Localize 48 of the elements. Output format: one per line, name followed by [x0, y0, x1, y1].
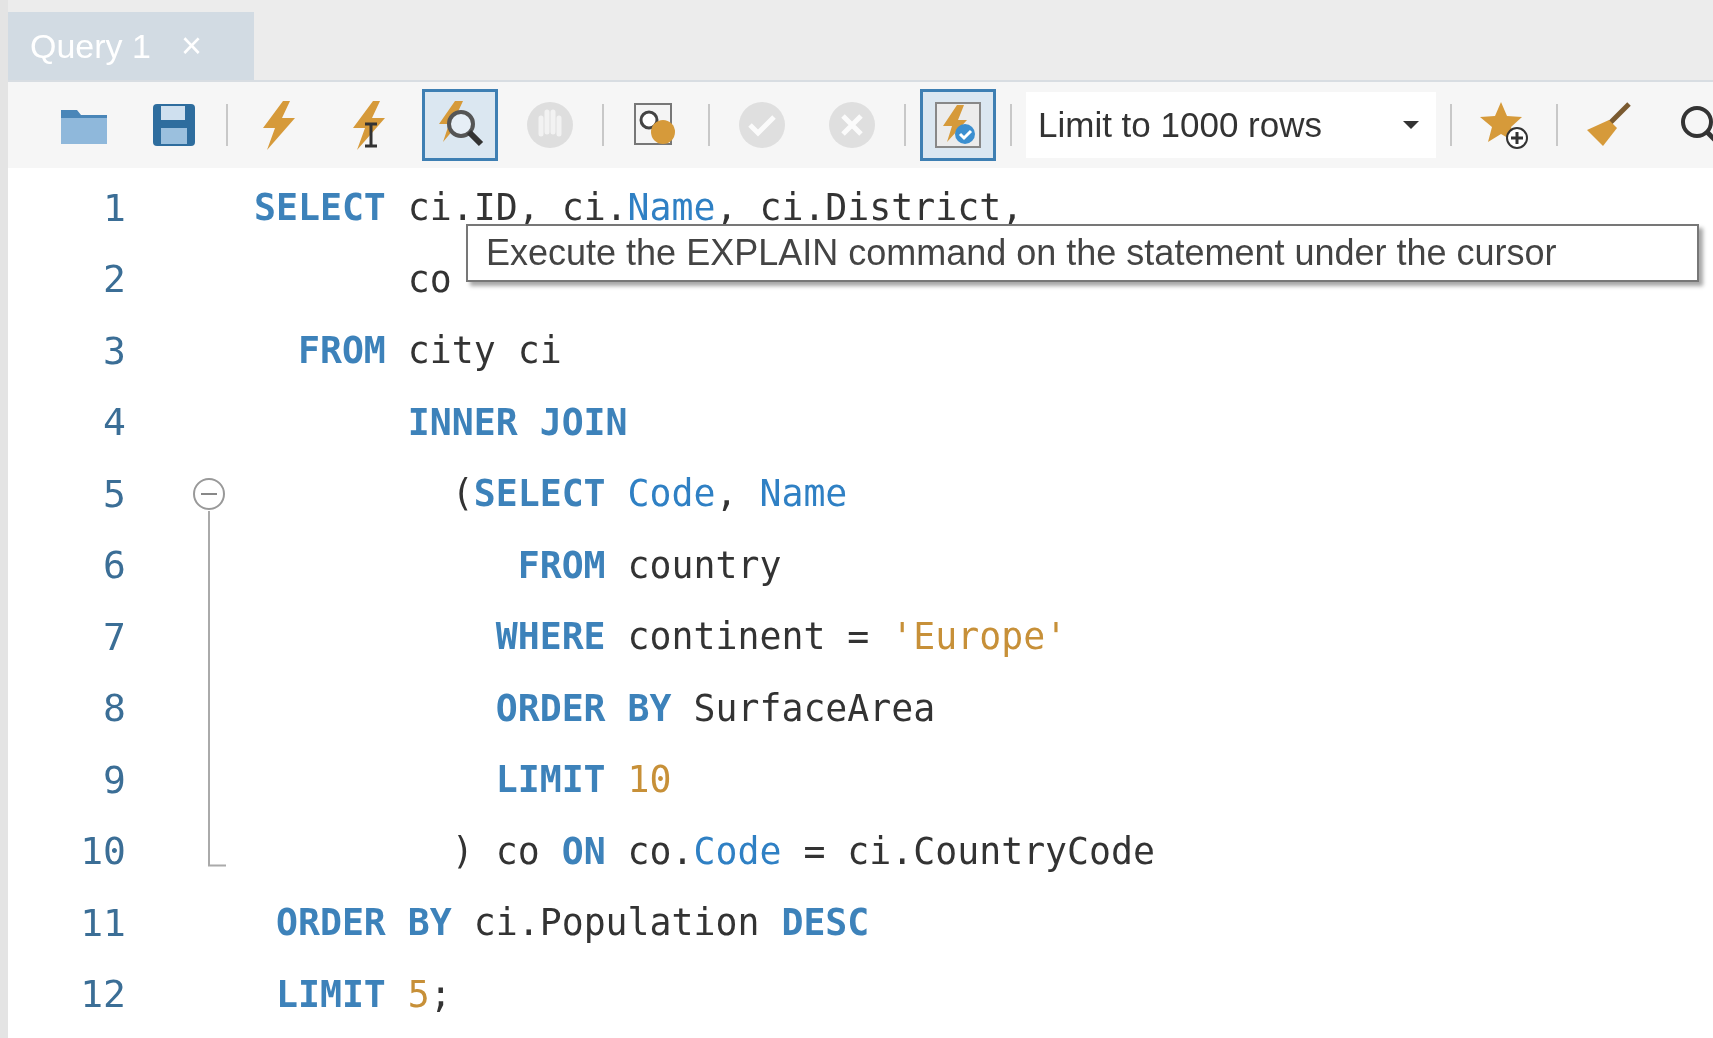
sql-keyword: SELECT [473, 472, 606, 516]
close-icon[interactable]: × [180, 25, 202, 67]
line-number: 7 [102, 614, 126, 659]
code-text: ci.Population [472, 901, 761, 945]
line-number: 5 [102, 471, 126, 516]
column-name: Name [759, 472, 848, 516]
code-text: ; [429, 972, 452, 1016]
line-number: 10 [79, 829, 126, 874]
code-text: country [626, 543, 782, 587]
toolbar-button[interactable] [422, 89, 498, 161]
string-literal: 'Europe' [891, 615, 1068, 659]
column-name: Code [626, 472, 716, 516]
tooltip: Execute the EXPLAIN command on the statement under the cursor [466, 224, 1699, 282]
code-text: , [715, 472, 739, 516]
sql-keyword: FROM [296, 329, 386, 373]
sql-keyword: WHERE [494, 615, 606, 659]
line-number: 4 [102, 400, 126, 445]
line-number: 8 [102, 686, 126, 731]
collapse-icon[interactable] [192, 477, 226, 511]
line-number: 12 [79, 972, 126, 1017]
caret-icon [1402, 120, 1420, 130]
sql-keyword: ON [561, 829, 606, 873]
sql-keyword: FROM [516, 543, 606, 587]
row-limit-dropdown[interactable]: Limit to 1000 rows [1026, 92, 1436, 158]
code-text: city ci [406, 329, 562, 373]
code-text: = ci.CountryCode [802, 829, 1155, 873]
line-number: 6 [102, 543, 126, 588]
number-literal: 10 [626, 758, 672, 802]
sql-keyword: ORDER BY [494, 686, 672, 730]
code-text: continent = [626, 615, 871, 659]
code-text: co [406, 257, 452, 301]
sql-keyword: LIMIT [274, 972, 386, 1016]
line-number: 3 [102, 328, 126, 373]
sql-keyword: SELECT [254, 186, 386, 230]
code-text: co. [626, 829, 694, 873]
code-text: ( [450, 472, 474, 516]
code-text: ) co [450, 829, 541, 873]
sql-keyword: LIMIT [494, 758, 606, 802]
sql-keyword: DESC [781, 901, 870, 945]
number-literal: 5 [406, 972, 430, 1016]
code-text: SurfaceArea [692, 686, 936, 730]
line-number: 2 [102, 257, 126, 302]
line-number: 1 [102, 185, 126, 230]
sql-keyword: ORDER BY [274, 901, 452, 945]
sql-keyword: INNER JOIN [406, 400, 628, 444]
column-name: Code [693, 829, 782, 873]
line-number: 11 [79, 900, 126, 945]
line-number: 9 [102, 757, 126, 802]
